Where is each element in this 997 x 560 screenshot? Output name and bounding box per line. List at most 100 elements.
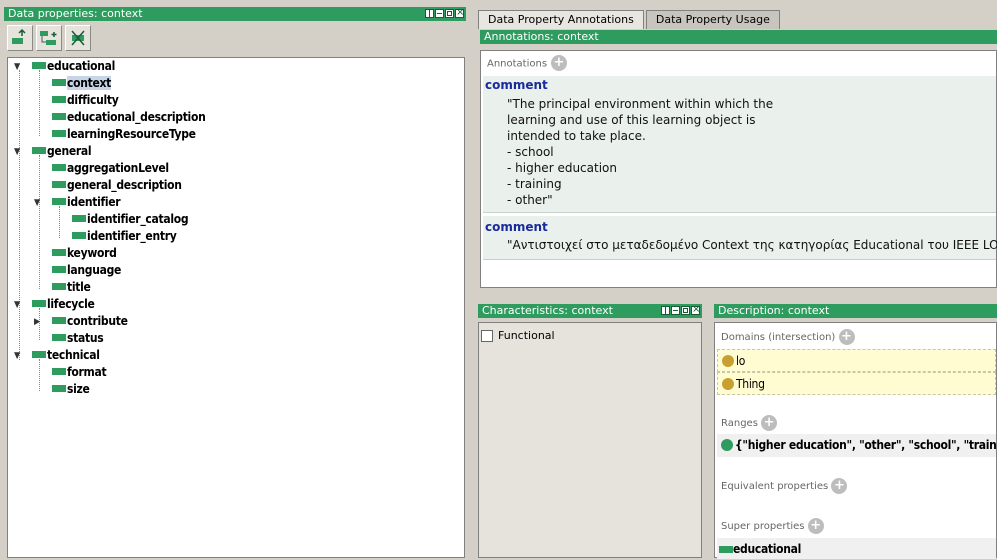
- functional-option[interactable]: Functional: [481, 329, 555, 342]
- tree-node-general[interactable]: general: [32, 143, 92, 160]
- annotations-title: Annotations: context: [484, 30, 599, 43]
- tree-node-identifier[interactable]: identifier: [52, 194, 121, 211]
- description-header: Description: context: [714, 304, 997, 318]
- ranges-section: Ranges +: [721, 415, 778, 431]
- characteristics-panel: Functional: [478, 322, 702, 558]
- annotation-comment-1[interactable]: comment "The principal environment withi…: [483, 76, 996, 213]
- domain-item-lo[interactable]: lo: [717, 349, 996, 372]
- add-super-property-icon[interactable]: +: [807, 518, 824, 534]
- tree-node-keyword[interactable]: keyword: [52, 245, 117, 262]
- data-property-icon: [32, 350, 46, 358]
- collapse-general-icon[interactable]: ▼: [14, 147, 24, 157]
- characteristics-title: Characteristics: context: [482, 304, 613, 317]
- tree-guide-line: [19, 70, 20, 360]
- view-tabs: Data Property Annotations Data Property …: [478, 10, 780, 29]
- collapse-technical-icon[interactable]: ▼: [14, 351, 24, 361]
- ranges-label: Ranges: [721, 418, 758, 429]
- data-property-icon: [72, 231, 86, 239]
- range-item[interactable]: {"higher education", "other", "school", …: [717, 434, 997, 457]
- minimize-icon[interactable]: [671, 306, 680, 315]
- tree-guide-line: [39, 70, 40, 136]
- tree-node-identifier-entry[interactable]: identifier_entry: [72, 228, 177, 245]
- tree-node-educational[interactable]: educational: [32, 58, 115, 75]
- add-sibling-property-button[interactable]: [36, 25, 62, 51]
- delete-property-button[interactable]: [65, 25, 91, 51]
- tree-node-difficulty[interactable]: difficulty: [52, 92, 119, 109]
- super-property-item[interactable]: educational: [717, 538, 996, 559]
- maximize-icon[interactable]: [681, 306, 690, 315]
- tree-node-size[interactable]: size: [52, 381, 90, 398]
- data-property-icon: [32, 299, 46, 307]
- tree-node-general-description[interactable]: general_description: [52, 177, 182, 194]
- functional-label: Functional: [498, 329, 555, 342]
- data-properties-header: Data properties: context: [4, 7, 466, 21]
- tree-node-aggregation-level[interactable]: aggregationLevel: [52, 160, 169, 177]
- add-annotation-icon[interactable]: +: [550, 55, 567, 71]
- data-property-icon: [52, 384, 66, 392]
- property-tree[interactable]: ▼ educational context difficulty educati…: [7, 57, 465, 558]
- add-domain-icon[interactable]: +: [838, 329, 855, 345]
- data-property-icon: [52, 367, 66, 375]
- annotations-header: Annotations: context: [480, 30, 997, 44]
- characteristics-header: Characteristics: context: [478, 304, 702, 318]
- split-view-icon[interactable]: [425, 9, 434, 18]
- data-property-icon: [32, 61, 46, 69]
- tree-node-technical[interactable]: technical: [32, 347, 100, 364]
- property-toolbar: [4, 25, 91, 55]
- data-property-icon: [52, 78, 66, 86]
- data-property-icon: [52, 333, 66, 341]
- tree-node-format[interactable]: format: [52, 364, 107, 381]
- tab-data-property-annotations[interactable]: Data Property Annotations: [478, 10, 644, 29]
- domains-section: Domains (intersection) +: [721, 329, 855, 345]
- data-property-icon: [719, 546, 733, 553]
- functional-checkbox[interactable]: [481, 330, 493, 342]
- tree-node-contribute[interactable]: contribute: [52, 313, 128, 330]
- collapse-identifier-icon[interactable]: ▼: [34, 198, 44, 208]
- tree-node-identifier-catalog[interactable]: identifier_catalog: [72, 211, 189, 228]
- annotation-value: "The principal environment within which …: [507, 97, 774, 207]
- super-properties-label: Super properties: [721, 521, 805, 532]
- annotations-panel: Annotations + comment "The principal env…: [480, 50, 997, 288]
- tree-node-language[interactable]: language: [52, 262, 121, 279]
- tree-node-educational-description[interactable]: educational_description: [52, 109, 206, 126]
- add-equivalent-property-icon[interactable]: +: [831, 478, 848, 494]
- expand-contribute-icon[interactable]: ▶: [34, 317, 44, 327]
- add-subproperty-button[interactable]: [7, 25, 33, 51]
- data-property-icon: [52, 180, 66, 188]
- close-icon[interactable]: [691, 304, 700, 317]
- class-icon: [722, 377, 734, 390]
- tree-node-learning-resource-type[interactable]: learningResourceType: [52, 126, 196, 143]
- add-range-icon[interactable]: +: [761, 415, 778, 431]
- collapse-educational-icon[interactable]: ▼: [14, 62, 24, 72]
- panel-splitter[interactable]: [468, 0, 476, 558]
- domain-item-thing[interactable]: Thing: [717, 372, 996, 395]
- data-property-icon: [72, 214, 86, 222]
- tree-node-status[interactable]: status: [52, 330, 104, 347]
- collapse-lifecycle-icon[interactable]: ▼: [14, 300, 24, 310]
- annotation-value: "Αντιστοιχεί στο μεταδεδομένο Context τη…: [507, 238, 997, 252]
- annotations-section: Annotations +: [487, 55, 567, 71]
- equivalent-section: Equivalent properties +: [721, 478, 848, 494]
- description-panel: Domains (intersection) + lo Thing Ranges…: [714, 322, 997, 559]
- data-property-icon: [52, 316, 66, 324]
- minimize-icon[interactable]: [435, 9, 444, 18]
- data-property-icon: [52, 197, 66, 205]
- equivalent-label: Equivalent properties: [721, 481, 829, 492]
- close-icon[interactable]: [455, 7, 464, 20]
- tree-node-lifecycle[interactable]: lifecycle: [32, 296, 95, 313]
- tree-guide-line: [39, 155, 40, 289]
- tree-node-title[interactable]: title: [52, 279, 91, 296]
- panel-window-buttons: [661, 304, 700, 317]
- data-property-icon: [52, 112, 66, 120]
- datatype-icon: [721, 438, 733, 451]
- annotation-comment-2[interactable]: comment "Αντιστοιχεί στο μεταδεδομένο Co…: [483, 216, 997, 260]
- data-property-icon: [52, 95, 66, 103]
- tab-data-property-usage[interactable]: Data Property Usage: [645, 10, 780, 29]
- data-property-icon: [52, 282, 66, 290]
- data-property-icon: [52, 163, 66, 171]
- tree-node-context[interactable]: context: [52, 75, 111, 92]
- data-properties-panel: Data properties: context × ▼ educational…: [4, 7, 466, 558]
- maximize-icon[interactable]: [445, 9, 454, 18]
- split-view-icon[interactable]: [661, 306, 670, 315]
- annotations-section-label: Annotations: [487, 58, 548, 70]
